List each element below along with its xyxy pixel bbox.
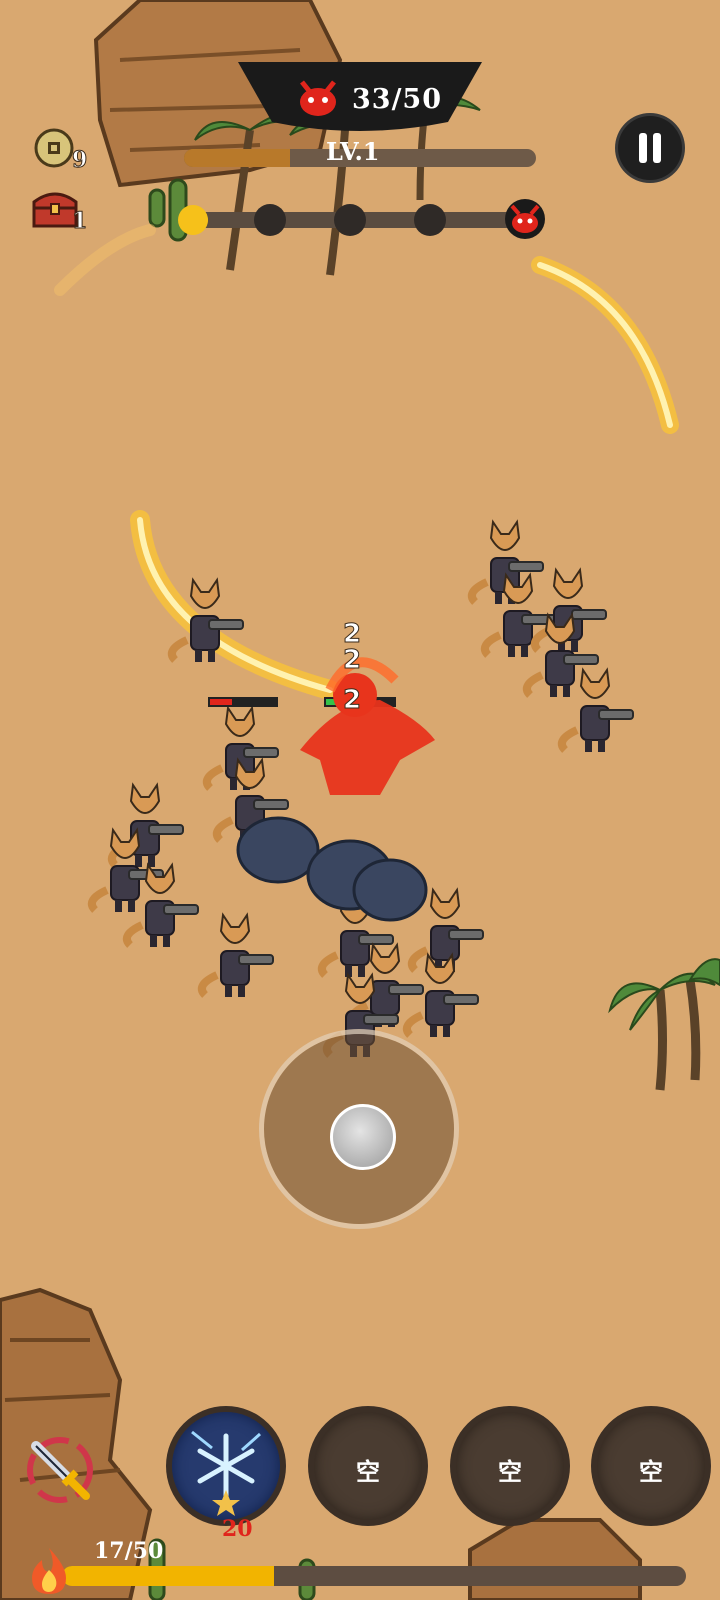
kill-counter-text: 33/50 <box>352 84 443 115</box>
empty-slot-label: 空 <box>639 1457 663 1486</box>
energy-bar <box>62 1566 686 1586</box>
demon-skull-icon <box>300 80 336 116</box>
wave-marker <box>334 204 366 236</box>
joystick-knob[interactable] <box>330 1104 396 1170</box>
skill-slot-empty-2[interactable]: 空 <box>314 1412 422 1520</box>
enemy-health-bar <box>208 697 278 707</box>
skill-slot-empty-3[interactable]: 空 <box>456 1412 564 1520</box>
empty-slot-label: 空 <box>356 1457 380 1486</box>
coin-icon <box>34 128 74 168</box>
palm-trees-right <box>608 958 720 1091</box>
flame-icon <box>32 1548 66 1594</box>
damage-number: 2 <box>343 645 361 675</box>
boss-wave-icon <box>505 199 545 239</box>
battlefield: 222 <box>0 0 720 1600</box>
experience-bar-fill <box>184 149 290 167</box>
cactus <box>148 178 316 1600</box>
coin-count: 9 <box>71 147 88 174</box>
fox-gunner-enemy <box>531 567 607 653</box>
energy-counter: 17/50 <box>94 1538 164 1564</box>
sword-attack-icon[interactable] <box>24 1434 96 1506</box>
energy-bar-fill <box>62 1566 275 1586</box>
fox-gunner-enemy <box>198 912 274 998</box>
skill-slot-empty-4[interactable]: 空 <box>597 1412 705 1520</box>
damage-number: 2 <box>343 685 361 715</box>
wave-marker <box>414 204 446 236</box>
chest-count: 1 <box>71 208 88 235</box>
skill-slot-ice[interactable] <box>172 1412 280 1520</box>
snowflake-icon <box>191 1430 261 1516</box>
empty-slot-label: 空 <box>498 1457 522 1486</box>
skill-cost-label: 20 <box>222 1516 253 1542</box>
wave-start-marker <box>178 205 208 235</box>
pause-icon[interactable] <box>638 133 662 163</box>
wave-marker <box>254 204 286 236</box>
level-label: LV.1 <box>326 137 380 166</box>
boar-enemies <box>236 816 428 922</box>
damage-numbers: 222 <box>342 619 361 716</box>
